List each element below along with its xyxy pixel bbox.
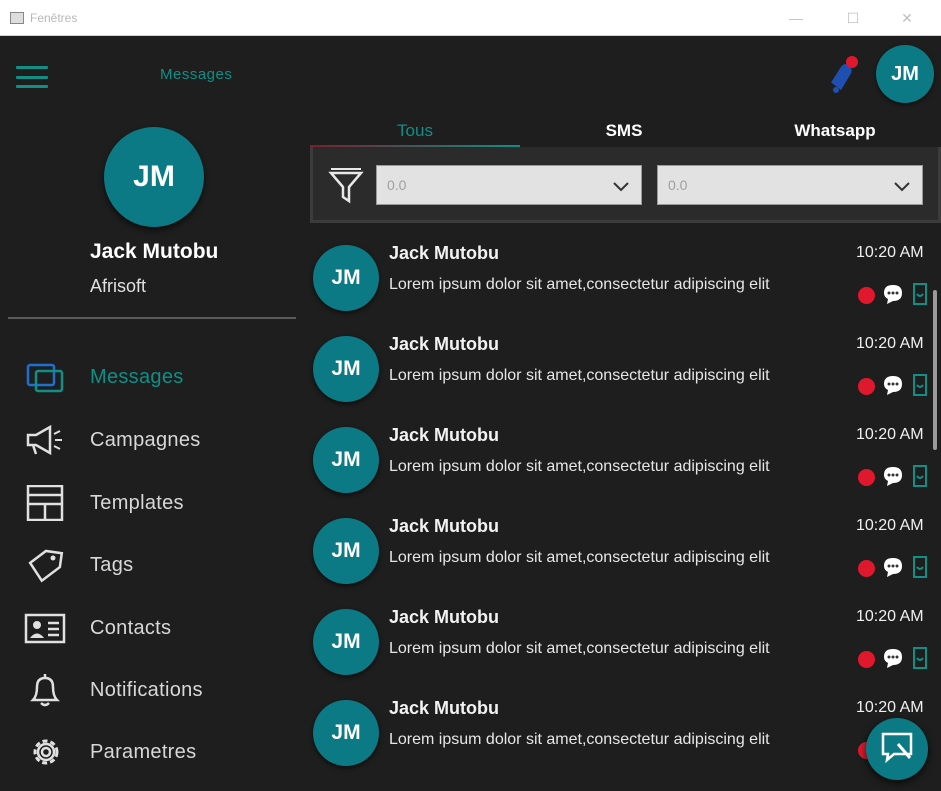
sidebar-item-label: Parametres [90, 740, 197, 763]
unread-badge-icon [858, 560, 875, 577]
chat-icon [24, 359, 66, 395]
message-avatar: JM [313, 700, 379, 766]
megaphone-icon [24, 422, 66, 458]
message-item[interactable]: JM Jack Mutobu 10:20 AM Lorem ipsum dolo… [310, 422, 935, 513]
message-sender: Jack Mutobu [389, 516, 500, 536]
message-preview: Lorem ipsum dolor sit amet,consectetur a… [389, 276, 770, 293]
message-preview: Lorem ipsum dolor sit amet,consectetur a… [389, 458, 770, 475]
filter-dropdown-1[interactable]: 0.0 [376, 165, 642, 205]
tab-sms[interactable]: SMS [524, 116, 724, 146]
message-avatar: JM [313, 336, 379, 402]
sidebar-item-tags[interactable]: Tags [0, 540, 300, 590]
sms-bubble-icon [882, 465, 904, 487]
message-avatar: JM [313, 245, 379, 311]
sidebar-item-campagnes[interactable]: Campagnes [0, 415, 300, 465]
compose-icon [880, 730, 914, 769]
filter-icon[interactable] [328, 165, 364, 205]
chevron-down-icon [892, 176, 912, 196]
message-sender: Jack Mutobu [389, 425, 500, 445]
sidebar-item-parametres[interactable]: Parametres [0, 727, 300, 777]
message-time: 10:20 AM [856, 608, 924, 625]
message-time: 10:20 AM [856, 699, 924, 716]
unread-badge-icon [858, 651, 875, 668]
whatsapp-icon [910, 462, 930, 490]
whatsapp-icon [910, 644, 930, 672]
message-item[interactable]: JM Jack Mutobu 10:20 AM Lorem ipsum dolo… [310, 331, 935, 422]
message-sender: Jack Mutobu [389, 698, 500, 718]
sms-bubble-icon [882, 647, 904, 669]
chevron-down-icon [611, 176, 631, 196]
message-avatar: JM [313, 427, 379, 493]
filter-dropdown-2-value: 0.0 [668, 177, 688, 193]
unread-badge-icon [858, 287, 875, 304]
message-avatar: JM [313, 518, 379, 584]
message-time: 10:20 AM [856, 426, 924, 443]
message-time: 10:20 AM [856, 335, 924, 352]
template-icon [24, 484, 66, 522]
profile-company: Afrisoft [90, 276, 147, 296]
title-bar: Fenêtres — ☐ ✕ [0, 0, 941, 36]
sidebar-divider [8, 317, 296, 319]
sidebar-item-templates[interactable]: Templates [0, 478, 300, 528]
user-avatar[interactable]: JM [876, 45, 934, 103]
menu-icon[interactable] [16, 66, 48, 88]
maximize-button[interactable]: ☐ [830, 0, 876, 36]
message-item[interactable]: JM Jack Mutobu 10:20 AM Lorem ipsum dolo… [310, 513, 935, 604]
message-preview: Lorem ipsum dolor sit amet,consectetur a… [389, 367, 770, 384]
compose-message-button[interactable] [866, 718, 928, 780]
profile-name: Jack Mutobu [90, 240, 219, 263]
gear-icon [24, 734, 66, 770]
app-window-icon [10, 11, 24, 24]
sidebar-item-label: Campagnes [90, 428, 201, 451]
sidebar-item-label: Templates [90, 491, 184, 514]
bell-icon [24, 672, 66, 708]
sidebar-item-notifications[interactable]: Notifications [0, 665, 300, 715]
minimize-button[interactable]: — [773, 0, 819, 36]
profile-avatar: JM [104, 127, 204, 227]
message-sender: Jack Mutobu [389, 243, 500, 263]
close-button[interactable]: ✕ [884, 0, 930, 36]
sms-bubble-icon [882, 374, 904, 396]
message-sender: Jack Mutobu [389, 334, 500, 354]
message-sender: Jack Mutobu [389, 607, 500, 627]
sidebar-item-label: Contacts [90, 616, 172, 639]
page-title: Messages [160, 66, 233, 83]
message-list-scrollbar[interactable] [933, 290, 937, 450]
message-item[interactable]: JM Jack Mutobu 10:20 AM Lorem ipsum dolo… [310, 604, 935, 695]
filter-dropdown-1-value: 0.0 [387, 177, 407, 193]
message-preview: Lorem ipsum dolor sit amet,consectetur a… [389, 640, 770, 657]
message-preview: Lorem ipsum dolor sit amet,consectetur a… [389, 549, 770, 566]
sidebar-item-messages[interactable]: Messages [0, 352, 300, 402]
contact-card-icon [24, 610, 66, 646]
tab-tous[interactable]: Tous [315, 116, 515, 146]
sidebar-item-label: Messages [90, 365, 184, 388]
whatsapp-icon [910, 553, 930, 581]
unread-badge-icon [858, 378, 875, 395]
message-item[interactable]: JM Jack Mutobu 10:20 AM Lorem ipsum dolo… [310, 695, 935, 786]
sms-bubble-icon [882, 556, 904, 578]
filter-dropdown-2[interactable]: 0.0 [657, 165, 923, 205]
sidebar-item-label: Notifications [90, 678, 203, 701]
sidebar-item-label: Tags [90, 553, 134, 576]
tab-whatsapp[interactable]: Whatsapp [735, 116, 935, 146]
message-preview: Lorem ipsum dolor sit amet,consectetur a… [389, 731, 770, 748]
message-item[interactable]: JM Jack Mutobu 10:20 AM Lorem ipsum dolo… [310, 240, 935, 331]
message-avatar: JM [313, 609, 379, 675]
whatsapp-icon [910, 371, 930, 399]
message-time: 10:20 AM [856, 244, 924, 261]
notification-bell-icon[interactable] [828, 56, 858, 96]
tag-icon [24, 547, 66, 583]
filter-bar: 0.0 0.0 [310, 147, 941, 223]
sms-bubble-icon [882, 283, 904, 305]
app-window: Fenêtres — ☐ ✕ Messages JM JM Jack Mutob… [0, 0, 941, 791]
sidebar-item-contacts[interactable]: Contacts [0, 603, 300, 653]
whatsapp-icon [910, 280, 930, 308]
unread-badge-icon [858, 469, 875, 486]
window-title: Fenêtres [30, 10, 78, 25]
message-time: 10:20 AM [856, 517, 924, 534]
